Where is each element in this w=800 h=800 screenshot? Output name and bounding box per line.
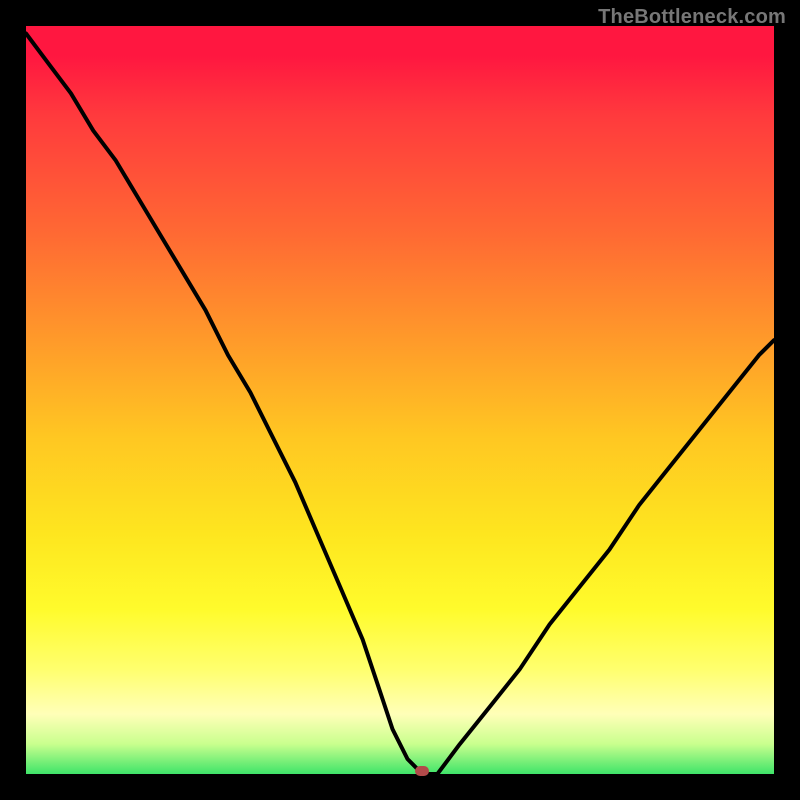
watermark-text: TheBottleneck.com: [598, 6, 786, 29]
chart-frame: TheBottleneck.com: [0, 0, 800, 800]
minimum-marker: [415, 766, 429, 776]
plot-area: [26, 26, 774, 774]
bottleneck-curve: [26, 26, 774, 774]
curve-path: [26, 34, 774, 775]
